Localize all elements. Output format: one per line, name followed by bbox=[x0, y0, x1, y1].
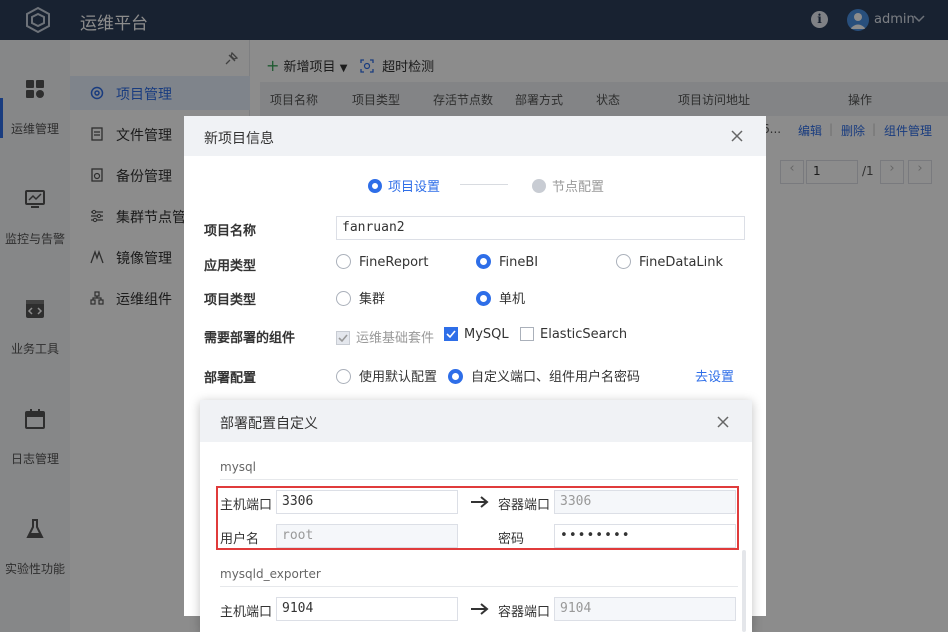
radio-label: 单机 bbox=[499, 292, 526, 307]
mysql-password-input[interactable]: •••••••• bbox=[554, 524, 736, 548]
deploy-config-label: 部署配置 bbox=[204, 371, 257, 386]
checkbox-elasticsearch[interactable]: ElasticSearch bbox=[520, 327, 627, 342]
dialog-title: 新项目信息 bbox=[204, 131, 274, 147]
project-name-input[interactable]: fanruan2 bbox=[336, 216, 745, 240]
dialog-title: 部署配置自定义 bbox=[220, 416, 318, 432]
app-type-label: 应用类型 bbox=[204, 259, 257, 274]
checkbox-label: ElasticSearch bbox=[540, 327, 628, 342]
dialog-header: 新项目信息 bbox=[184, 116, 766, 156]
exporter-host-port-input[interactable]: 9104 bbox=[276, 597, 458, 621]
radio-label: FineReport bbox=[359, 255, 429, 270]
components-label: 需要部署的组件 bbox=[204, 331, 296, 346]
radio-label: FineDataLink bbox=[639, 255, 724, 270]
radio-standalone[interactable]: 单机 bbox=[476, 288, 525, 307]
radio-cluster[interactable]: 集群 bbox=[336, 288, 385, 307]
radio-label: 使用默认配置 bbox=[359, 370, 438, 385]
radio-default-config[interactable]: 使用默认配置 bbox=[336, 366, 437, 385]
step-inactive-icon bbox=[532, 179, 546, 193]
container-port-label: 容器端口 bbox=[498, 605, 551, 620]
project-name-label: 项目名称 bbox=[204, 224, 257, 239]
host-port-label: 主机端口 bbox=[220, 498, 273, 513]
project-type-label: 项目类型 bbox=[204, 293, 257, 308]
username-label: 用户名 bbox=[220, 532, 260, 547]
exporter-container-port-input: 9104 bbox=[554, 597, 736, 621]
host-port-label: 主机端口 bbox=[220, 605, 273, 620]
section-title-exporter: mysqld_exporter bbox=[220, 567, 321, 581]
mysql-username-input: root bbox=[276, 524, 458, 548]
radio-icon bbox=[336, 254, 351, 269]
step-label: 项目设置 bbox=[388, 180, 441, 195]
radio-finereport[interactable]: FineReport bbox=[336, 254, 428, 270]
step-node-config[interactable]: 节点配置 bbox=[532, 176, 604, 195]
step-divider bbox=[460, 184, 508, 185]
mysql-host-port-input[interactable]: 3306 bbox=[276, 490, 458, 514]
step-project-settings[interactable]: 项目设置 bbox=[368, 176, 440, 195]
radio-label: FineBI bbox=[499, 255, 539, 270]
scrollbar[interactable] bbox=[742, 550, 746, 632]
checkbox-ops-base: 运维基础套件 bbox=[336, 327, 434, 346]
container-port-label: 容器端口 bbox=[498, 498, 551, 513]
close-icon[interactable] bbox=[716, 415, 730, 429]
arrow-right-icon bbox=[471, 603, 489, 615]
section-divider bbox=[220, 479, 738, 480]
radio-checked-icon bbox=[476, 291, 491, 306]
radio-icon bbox=[336, 291, 351, 306]
radio-checked-icon bbox=[448, 369, 463, 384]
checkbox-checked-icon bbox=[336, 331, 350, 345]
radio-finebi[interactable]: FineBI bbox=[476, 254, 538, 270]
checkbox-checked-icon bbox=[444, 327, 458, 341]
go-settings-link[interactable]: 去设置 bbox=[695, 366, 734, 385]
radio-custom-config[interactable]: 自定义端口、组件用户名密码 bbox=[448, 366, 640, 385]
section-divider bbox=[220, 586, 738, 587]
section-title-mysql: mysql bbox=[220, 460, 256, 474]
close-icon[interactable] bbox=[730, 129, 744, 143]
step-active-icon bbox=[368, 179, 382, 193]
mysql-container-port-input: 3306 bbox=[554, 490, 736, 514]
checkbox-label: MySQL bbox=[464, 327, 509, 342]
radio-label: 自定义端口、组件用户名密码 bbox=[471, 370, 641, 385]
checkbox-label: 运维基础套件 bbox=[356, 331, 435, 346]
checkbox-icon bbox=[520, 327, 534, 341]
radio-icon bbox=[336, 369, 351, 384]
checkbox-mysql[interactable]: MySQL bbox=[444, 327, 509, 342]
radio-checked-icon bbox=[476, 254, 491, 269]
step-label: 节点配置 bbox=[552, 180, 605, 195]
deploy-custom-dialog: 部署配置自定义 mysql 主机端口 3306 容器端口 3306 用户名 ro… bbox=[200, 400, 752, 632]
arrow-right-icon bbox=[471, 496, 489, 508]
password-label: 密码 bbox=[498, 532, 525, 547]
radio-label: 集群 bbox=[359, 292, 386, 307]
radio-icon bbox=[616, 254, 631, 269]
dialog-header: 部署配置自定义 bbox=[200, 400, 752, 442]
radio-finedatalink[interactable]: FineDataLink bbox=[616, 254, 723, 270]
